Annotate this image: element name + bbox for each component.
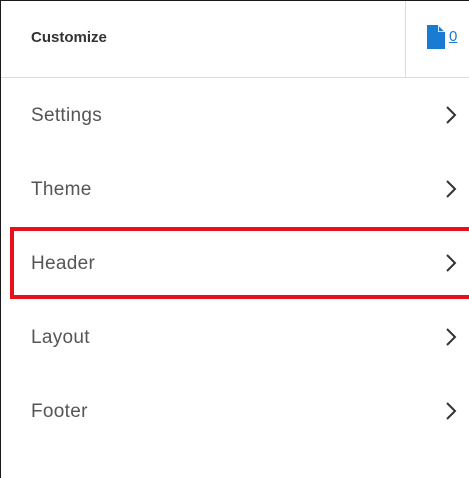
document-icon <box>427 25 445 49</box>
document-count[interactable]: 0 <box>449 28 457 45</box>
chevron-right-icon <box>445 401 457 421</box>
chevron-right-icon <box>445 327 457 347</box>
panel-header: Customize 0 <box>1 1 469 78</box>
panel-title: Customize <box>31 29 107 46</box>
chevron-right-icon <box>445 105 457 125</box>
customize-panel: Customize 0 Settings Theme Header Layout… <box>0 0 469 478</box>
menu-item-label: Settings <box>31 105 103 126</box>
menu-item-label: Theme <box>31 179 92 200</box>
header-divider <box>405 1 406 77</box>
menu-item-settings[interactable]: Settings <box>1 78 469 152</box>
menu-item-label: Header <box>31 253 96 274</box>
menu-item-label: Footer <box>31 401 88 422</box>
menu-item-theme[interactable]: Theme <box>1 152 469 226</box>
menu-item-footer[interactable]: Footer <box>1 374 469 448</box>
chevron-right-icon <box>445 179 457 199</box>
menu-item-header[interactable]: Header <box>1 226 469 300</box>
menu-item-label: Layout <box>31 327 90 348</box>
chevron-right-icon <box>445 253 457 273</box>
document-count-link[interactable]: 0 <box>427 25 457 53</box>
menu-item-layout[interactable]: Layout <box>1 300 469 374</box>
